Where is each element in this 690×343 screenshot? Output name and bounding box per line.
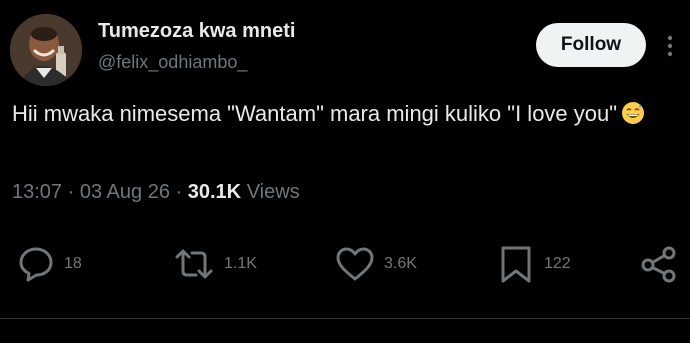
tweet-meta: 13:07 · 03 Aug 26 · 30.1K Views	[12, 181, 300, 204]
action-bar: 18 1.1K 3.6K 122	[0, 244, 690, 284]
repost-button[interactable]: 1.1K	[172, 244, 257, 284]
like-button[interactable]: 3.6K	[334, 244, 417, 284]
divider	[0, 318, 690, 319]
heart-icon	[334, 244, 376, 284]
views-label: Views	[246, 181, 300, 203]
bookmark-count: 122	[544, 255, 571, 272]
tweet-date[interactable]: 03 Aug 26	[80, 181, 170, 203]
repost-count: 1.1K	[224, 255, 257, 272]
repost-icon	[172, 244, 216, 284]
tweet: Tumezoza kwa mneti @felix_odhiambo_ Foll…	[0, 0, 690, 343]
reply-count: 18	[64, 255, 82, 272]
author-handle[interactable]: @felix_odhiambo_	[98, 52, 247, 73]
reply-icon	[16, 244, 56, 284]
views-count: 30.1K	[187, 181, 242, 203]
bookmark-button[interactable]: 122	[496, 244, 571, 284]
bookmark-icon	[496, 244, 536, 284]
share-icon	[638, 244, 680, 284]
meta-separator: ·	[175, 181, 183, 203]
tweet-text: Hii mwaka nimesema "Wantam" mara mingi k…	[12, 101, 618, 126]
author-display-name[interactable]: Tumezoza kwa mneti	[98, 20, 295, 43]
more-options-icon[interactable]	[660, 32, 680, 60]
like-count: 3.6K	[384, 255, 417, 272]
avatar[interactable]	[10, 14, 82, 86]
follow-button[interactable]: Follow	[536, 23, 646, 67]
tweet-time[interactable]: 13:07	[12, 181, 62, 203]
share-button[interactable]	[638, 244, 680, 284]
reply-button[interactable]: 18	[16, 244, 82, 284]
grinning-sweat-face-icon	[621, 101, 645, 125]
tweet-body: Hii mwaka nimesema "Wantam" mara mingi k…	[12, 98, 672, 130]
meta-separator: ·	[67, 181, 75, 203]
